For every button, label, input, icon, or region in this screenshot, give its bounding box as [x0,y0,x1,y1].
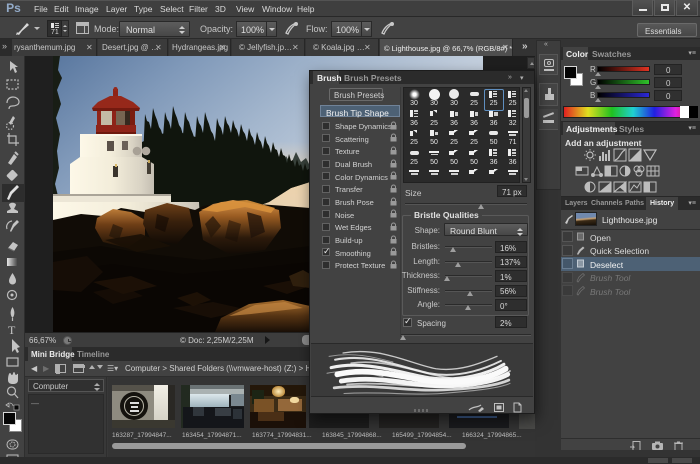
svg-text:T: T [8,323,16,337]
